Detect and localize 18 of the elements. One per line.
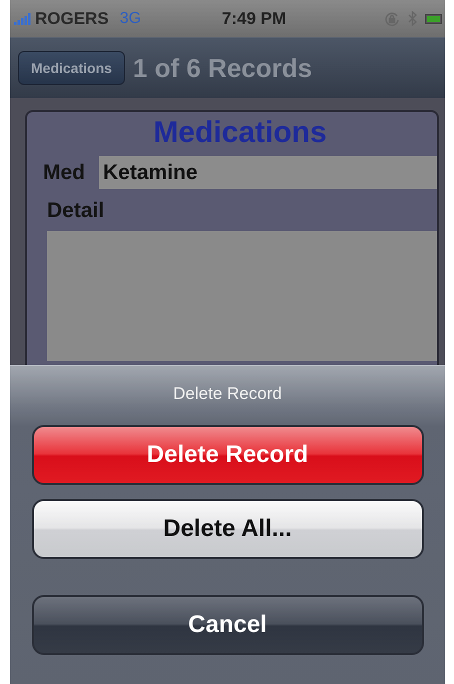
field-label: Detail xyxy=(47,199,106,223)
text-field[interactable]: Ketamine xyxy=(99,156,437,189)
field-label: Med xyxy=(43,160,85,184)
sheet-title: Delete Record xyxy=(173,384,282,404)
battery-icon xyxy=(425,14,443,24)
delete-button[interactable]: Delete Record xyxy=(32,425,424,485)
signal-icon xyxy=(14,12,32,24)
back-button[interactable]: Medications xyxy=(18,51,125,85)
carrier-name: ROGERS xyxy=(35,8,109,28)
status-time: 7:49 PM xyxy=(222,8,286,28)
text-area[interactable] xyxy=(47,231,437,361)
record-counter: 1 of 6 Records xyxy=(132,52,312,84)
bluetooth-icon xyxy=(408,11,417,26)
network-type: 3G xyxy=(120,10,142,28)
form-title: Medications xyxy=(152,116,328,150)
action-button[interactable]: Delete All... xyxy=(32,499,424,559)
cancel-button[interactable]: Cancel xyxy=(32,595,424,655)
rotation-lock-icon xyxy=(384,10,400,26)
